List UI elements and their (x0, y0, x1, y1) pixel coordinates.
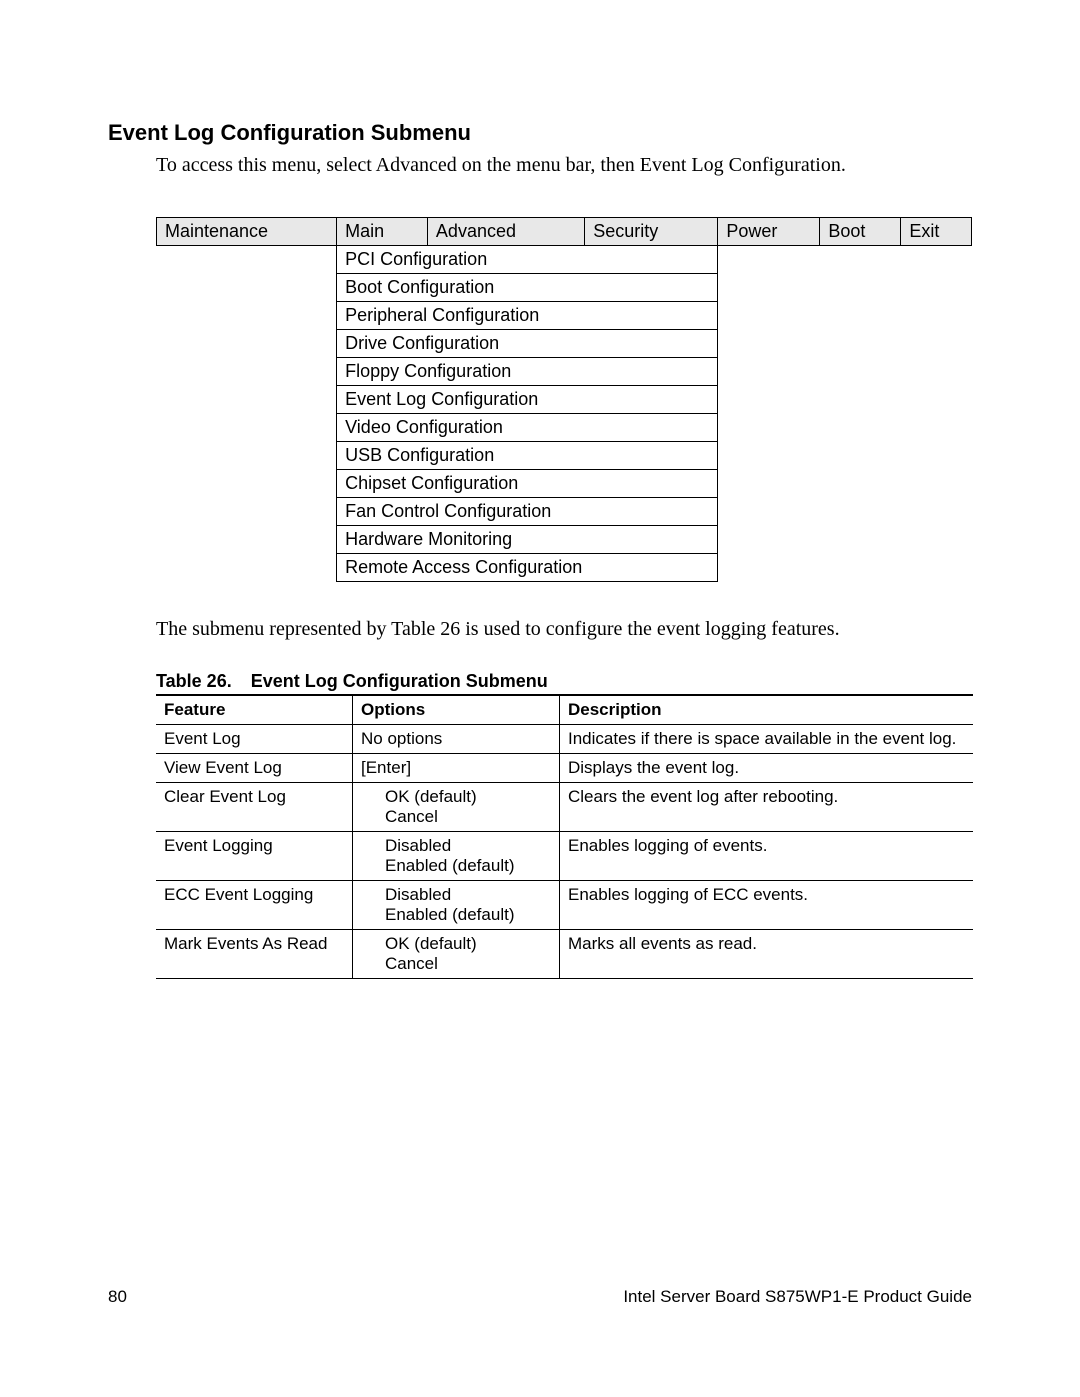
option-value: OK (default) (361, 787, 551, 807)
menu-bar-item: Boot (820, 218, 901, 246)
cell-description: Indicates if there is space available in… (560, 725, 974, 754)
config-table: Feature Options Description Event Log No … (156, 694, 973, 979)
cell-feature: ECC Event Logging (156, 881, 353, 930)
header-feature: Feature (156, 695, 353, 725)
menu-bar-item: Main (337, 218, 428, 246)
mid-paragraph: The submenu represented by Table 26 is u… (156, 618, 972, 641)
bios-menu-diagram: MaintenanceMainAdvancedSecurityPowerBoot… (156, 217, 972, 582)
submenu-item: Hardware Monitoring (337, 526, 718, 554)
submenu-item: USB Configuration (337, 442, 718, 470)
cell-options: No options (353, 725, 560, 754)
option-value: Enabled (default) (361, 856, 551, 876)
cell-feature: Event Log (156, 725, 353, 754)
menu-bar-item: Security (585, 218, 718, 246)
submenu-item: PCI Configuration (337, 246, 718, 274)
cell-options: DisabledEnabled (default) (353, 832, 560, 881)
cell-description: Clears the event log after rebooting. (560, 783, 974, 832)
option-value: Enabled (default) (361, 905, 551, 925)
doc-title: Intel Server Board S875WP1-E Product Gui… (623, 1287, 972, 1307)
option-value: Disabled (361, 836, 551, 856)
header-options: Options (353, 695, 560, 725)
table-row: Mark Events As ReadOK (default)CancelMar… (156, 930, 973, 979)
table-row: Clear Event LogOK (default)CancelClears … (156, 783, 973, 832)
submenu-item: Boot Configuration (337, 274, 718, 302)
table-row: Event Log No options Indicates if there is… (156, 725, 973, 754)
cell-description: Marks all events as read. (560, 930, 974, 979)
cell-options: [Enter] (353, 754, 560, 783)
submenu-item: Video Configuration (337, 414, 718, 442)
table-caption: Table 26. Event Log Configuration Submen… (156, 671, 972, 692)
cell-feature: Clear Event Log (156, 783, 353, 832)
cell-feature: Mark Events As Read (156, 930, 353, 979)
submenu-item: Fan Control Configuration (337, 498, 718, 526)
option-value: Cancel (361, 807, 551, 827)
submenu-item: Event Log Configuration (337, 386, 718, 414)
cell-description: Enables logging of events. (560, 832, 974, 881)
menu-bar-item: Power (718, 218, 820, 246)
submenu-item: Remote Access Configuration (337, 554, 718, 582)
cell-options: OK (default)Cancel (353, 930, 560, 979)
menu-bar-item: Advanced (427, 218, 584, 246)
menu-bar-item: Exit (901, 218, 972, 246)
menu-bar-item: Maintenance (157, 218, 337, 246)
option-value: [Enter] (361, 758, 551, 778)
option-value: Disabled (361, 885, 551, 905)
submenu-item: Drive Configuration (337, 330, 718, 358)
submenu-item: Floppy Configuration (337, 358, 718, 386)
submenu-item: Peripheral Configuration (337, 302, 718, 330)
page-footer: 80 Intel Server Board S875WP1-E Product … (108, 1287, 972, 1307)
option-value: No options (361, 729, 551, 749)
option-value: OK (default) (361, 934, 551, 954)
cell-description: Displays the event log. (560, 754, 974, 783)
section-heading: Event Log Configuration Submenu (108, 120, 972, 146)
cell-options: DisabledEnabled (default) (353, 881, 560, 930)
table-row: ECC Event LoggingDisabledEnabled (defaul… (156, 881, 973, 930)
intro-paragraph: To access this menu, select Advanced on … (156, 154, 972, 177)
submenu-item: Chipset Configuration (337, 470, 718, 498)
option-value: Cancel (361, 954, 551, 974)
cell-feature: View Event Log (156, 754, 353, 783)
table-row: Event LoggingDisabledEnabled (default)En… (156, 832, 973, 881)
table-caption-text: Event Log Configuration Submenu (251, 671, 548, 691)
cell-options: OK (default)Cancel (353, 783, 560, 832)
cell-description: Enables logging of ECC events. (560, 881, 974, 930)
page-number: 80 (108, 1287, 127, 1307)
header-description: Description (560, 695, 974, 725)
table-caption-number: Table 26. (156, 671, 232, 691)
table-row: View Event Log [Enter] Displays the event … (156, 754, 973, 783)
cell-feature: Event Logging (156, 832, 353, 881)
